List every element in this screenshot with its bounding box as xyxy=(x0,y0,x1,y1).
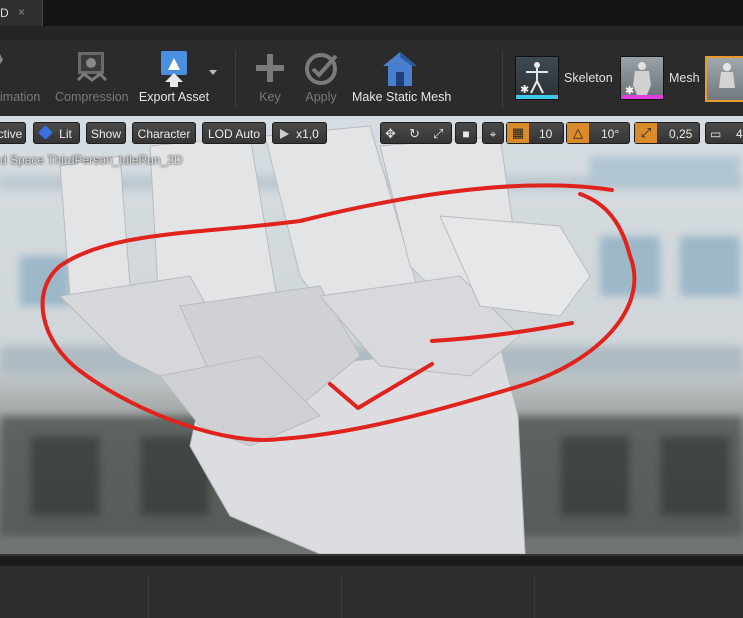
lit-label: Lit xyxy=(59,127,72,141)
mesh-label[interactable]: Mesh xyxy=(669,71,700,85)
animation-mode-icon xyxy=(719,63,735,88)
compression-icon xyxy=(76,52,108,82)
camera-icon: ▭ xyxy=(710,127,722,141)
show-button[interactable]: Show xyxy=(86,122,126,144)
viewport-scene xyxy=(0,116,743,554)
transform-tools-group: ✥ ↻ ⤢ xyxy=(380,122,452,144)
cube-icon: ■ xyxy=(462,127,470,141)
scale-snap-control[interactable]: ⤢ 0,25 xyxy=(634,122,700,144)
apply-label: Apply xyxy=(305,90,337,104)
skeleton-label[interactable]: Skeleton xyxy=(564,71,613,85)
surface-snap-icon: ⌖ xyxy=(489,127,497,141)
viewport[interactable]: ctive Lit Show Character LOD Auto x1,0 ✥… xyxy=(0,116,743,554)
viewport-caption: d Space ThirdPerson_IdleRun_2D xyxy=(0,153,183,167)
svg-text:✱: ✱ xyxy=(625,84,634,97)
key-label: Key xyxy=(259,90,281,104)
checkmark-icon xyxy=(305,53,338,85)
panel-splitter[interactable] xyxy=(0,554,743,566)
world-local-toggle[interactable]: ■ xyxy=(455,122,477,144)
static-mesh-icon xyxy=(383,52,417,86)
move-icon[interactable]: ✥ xyxy=(385,123,396,145)
rotate-icon[interactable]: ↻ xyxy=(409,123,420,145)
play-icon xyxy=(280,129,289,139)
mesh-mode-tile[interactable]: ✱ xyxy=(620,56,664,100)
grid-icon: ▦ xyxy=(507,123,529,143)
grid-snap-control[interactable]: ▦ 10 xyxy=(506,122,564,144)
timeline-column xyxy=(341,576,342,618)
animation-button[interactable]: imation xyxy=(0,50,50,112)
perspective-button[interactable]: ctive xyxy=(0,122,26,144)
skeleton-mode-tile[interactable]: ✱ xyxy=(515,56,559,100)
character-button[interactable]: Character xyxy=(132,122,196,144)
document-tab[interactable]: D × xyxy=(0,0,43,26)
playback-speed-label: x1,0 xyxy=(296,127,319,141)
timeline-column xyxy=(148,576,149,618)
animation-mode-tile[interactable] xyxy=(705,56,743,102)
document-tab-title: D xyxy=(0,6,9,20)
make-static-mesh-label: Make Static Mesh xyxy=(352,90,452,104)
compression-label: Compression xyxy=(55,90,129,104)
scale-snap-icon: ⤢ xyxy=(635,123,657,143)
animation-label: imation xyxy=(0,90,41,104)
camera-speed-value: 4 xyxy=(736,127,743,141)
skeleton-icon: ✱ xyxy=(516,62,558,99)
plus-icon xyxy=(256,54,284,82)
grid-snap-value: 10 xyxy=(539,127,553,141)
surface-snap-toggle[interactable]: ⌖ xyxy=(482,122,504,144)
make-static-mesh-button[interactable]: Make Static Mesh xyxy=(352,50,452,112)
close-icon[interactable]: × xyxy=(18,5,25,19)
lod-button[interactable]: LOD Auto xyxy=(202,122,266,144)
scale-icon[interactable]: ⤢ xyxy=(433,123,443,145)
rotation-snap-value: 10° xyxy=(601,127,620,141)
export-asset-label: Export Asset xyxy=(138,90,210,104)
mesh-icon: ✱ xyxy=(621,62,663,99)
timeline-column xyxy=(534,576,535,618)
compression-button[interactable]: Compression xyxy=(55,50,129,112)
bottom-panel xyxy=(0,566,743,618)
key-button[interactable]: Key xyxy=(251,50,289,112)
svg-text:✱: ✱ xyxy=(520,83,529,96)
apply-button[interactable]: Apply xyxy=(301,50,341,112)
rotation-snap-control[interactable]: △ 10° xyxy=(566,122,630,144)
toolbar-separator xyxy=(502,50,503,108)
title-bar: D × xyxy=(0,0,743,26)
camera-speed-control[interactable]: ▭ 4 xyxy=(705,122,743,144)
scale-snap-value: 0,25 xyxy=(669,127,693,141)
animation-icon xyxy=(0,54,3,64)
toolbar: imation Compression Export Asset Key App… xyxy=(0,26,743,117)
export-asset-icon xyxy=(161,51,187,87)
chevron-down-icon[interactable] xyxy=(209,70,217,75)
export-asset-button[interactable]: Export Asset xyxy=(136,50,212,112)
angle-icon: △ xyxy=(567,123,589,143)
toolbar-separator xyxy=(235,50,236,108)
